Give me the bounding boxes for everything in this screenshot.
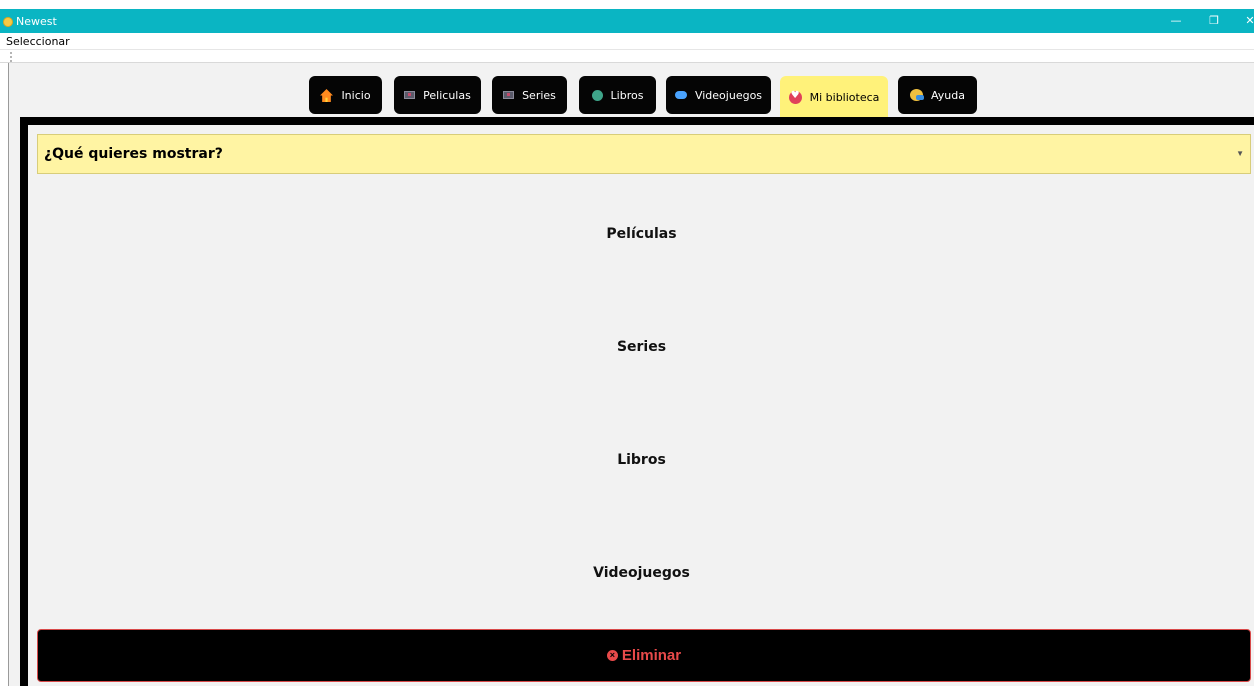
house-icon	[320, 88, 334, 102]
menu-bar: Seleccionar	[0, 33, 1254, 50]
title-bar-strip	[0, 9, 1254, 33]
nav-mi-biblioteca-label: Mi biblioteca	[809, 91, 880, 104]
close-button[interactable]: ✕	[1240, 13, 1254, 29]
library-panel: ¿Qué quieres mostrar? ▼ Películas Series…	[28, 125, 1254, 686]
heart-icon	[788, 90, 802, 104]
tv-icon	[503, 91, 515, 99]
nav-peliculas-button[interactable]: Peliculas	[394, 76, 481, 114]
film-icon	[404, 91, 416, 99]
help-icon	[910, 89, 924, 101]
main-frame: Inicio Peliculas Series Libros Videojueg…	[8, 63, 1254, 686]
window-title: Newest	[16, 15, 57, 28]
close-circle-icon: ×	[606, 650, 618, 661]
delete-button[interactable]: × Eliminar	[37, 629, 1251, 682]
app-icon	[3, 17, 13, 27]
nav-inicio-label: Inicio	[341, 88, 371, 102]
nav-ayuda-label: Ayuda	[931, 88, 965, 102]
nav-series-label: Series	[522, 88, 556, 102]
gamepad-icon	[674, 91, 687, 99]
nav-libros-label: Libros	[610, 88, 644, 102]
library-panel-border: ¿Qué quieres mostrar? ▼ Películas Series…	[20, 117, 1254, 686]
tool-strip	[0, 50, 1254, 63]
nav-videojuegos-label: Videojuegos	[694, 88, 763, 102]
category-libros[interactable]: Libros	[28, 452, 1254, 468]
nav-series-button[interactable]: Series	[492, 76, 567, 114]
book-icon	[591, 89, 603, 101]
category-videojuegos[interactable]: Videojuegos	[28, 565, 1254, 581]
nav-ayuda-button[interactable]: Ayuda	[898, 76, 977, 114]
minimize-button[interactable]: —	[1166, 13, 1186, 29]
category-series[interactable]: Series	[28, 339, 1254, 355]
nav-videojuegos-button[interactable]: Videojuegos	[666, 76, 771, 114]
nav-libros-button[interactable]: Libros	[579, 76, 656, 114]
delete-label: Eliminar	[621, 647, 682, 664]
show-type-combobox[interactable]: ¿Qué quieres mostrar? ▼	[37, 134, 1251, 174]
nav-inicio-button[interactable]: Inicio	[309, 76, 382, 114]
toolstrip-grip-icon[interactable]	[10, 52, 12, 62]
menu-item-seleccionar[interactable]: Seleccionar	[6, 35, 70, 48]
chevron-down-icon[interactable]: ▼	[1236, 149, 1244, 158]
restore-button[interactable]: ❐	[1204, 13, 1224, 29]
combo-label: ¿Qué quieres mostrar?	[44, 146, 223, 162]
category-peliculas[interactable]: Películas	[28, 226, 1254, 242]
nav-mi-biblioteca-button[interactable]: Mi biblioteca	[780, 76, 888, 119]
title-bar: Newest — ❐ ✕	[0, 0, 1254, 33]
nav-peliculas-label: Peliculas	[423, 88, 471, 102]
